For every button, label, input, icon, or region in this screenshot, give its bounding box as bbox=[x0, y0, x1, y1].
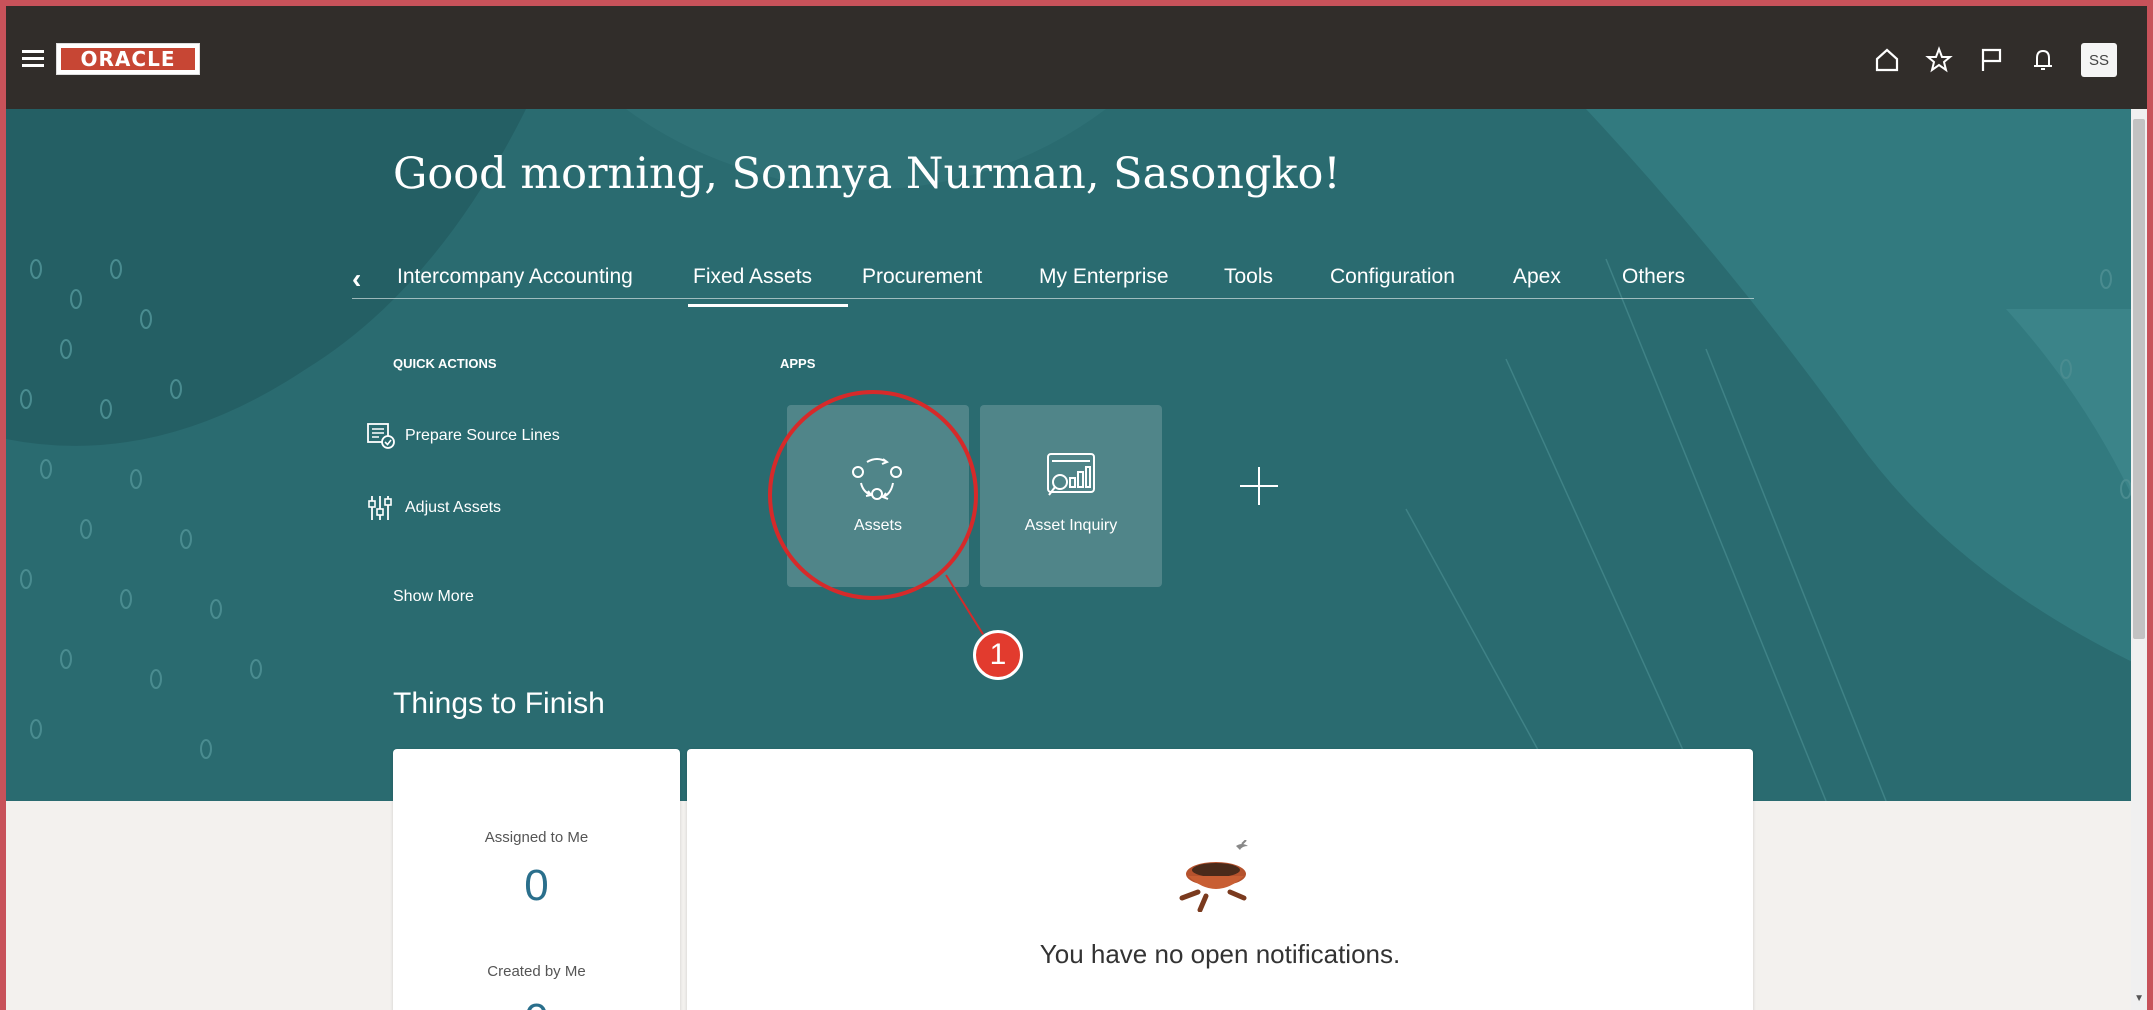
greeting-heading: Good morning, Sonnya Nurman, Sasongko! bbox=[393, 149, 1341, 199]
tutorial-highlight-circle bbox=[768, 390, 978, 600]
empty-nest-icon bbox=[1179, 840, 1248, 912]
apps-heading: APPS bbox=[780, 356, 816, 371]
scroll-down-arrow-icon[interactable]: ▼ bbox=[2134, 993, 2144, 1004]
global-icons: SS bbox=[1853, 42, 2117, 78]
quick-action-label: Adjust Assets bbox=[405, 499, 502, 516]
page-scrollbar[interactable]: ▼ bbox=[2131, 109, 2147, 1010]
tab-apex[interactable]: Apex bbox=[1513, 265, 1561, 289]
tab-intercompany-accounting[interactable]: Intercompany Accounting bbox=[397, 265, 633, 289]
add-app-plus-icon[interactable] bbox=[1238, 465, 1280, 507]
tab-fixed-assets[interactable]: Fixed Assets bbox=[687, 265, 849, 307]
springboard-tabs: ‹ Intercompany Accounting Fixed Assets P… bbox=[352, 259, 1754, 307]
springboard-hero: Good morning, Sonnya Nurman, Sasongko! ‹… bbox=[6, 109, 2147, 801]
home-icon[interactable] bbox=[1869, 42, 1905, 78]
quick-action-prepare-source-lines[interactable]: Prepare Source Lines bbox=[367, 423, 560, 449]
tab-tools[interactable]: Tools bbox=[1224, 265, 1273, 289]
assigned-to-me-label: Assigned to Me bbox=[484, 829, 589, 846]
document-check-icon bbox=[367, 423, 395, 449]
flag-icon[interactable] bbox=[1973, 42, 2009, 78]
inquiry-report-icon bbox=[1047, 453, 1095, 496]
user-avatar[interactable]: SS bbox=[2081, 43, 2117, 77]
app-tile-label: Asset Inquiry bbox=[1024, 517, 1118, 534]
app-tile-asset-inquiry[interactable]: Asset Inquiry bbox=[980, 405, 1162, 587]
tab-procurement[interactable]: Procurement bbox=[862, 265, 982, 289]
sliders-icon bbox=[368, 496, 392, 520]
quick-action-adjust-assets[interactable]: Adjust Assets bbox=[368, 496, 502, 520]
scrollbar-thumb[interactable] bbox=[2133, 119, 2145, 639]
oracle-logo[interactable]: ORACLE bbox=[56, 43, 200, 75]
quick-actions-heading: QUICK ACTIONS bbox=[393, 356, 497, 371]
show-more-link[interactable]: Show More bbox=[393, 588, 474, 606]
tab-configuration[interactable]: Configuration bbox=[1330, 265, 1455, 289]
notifications-bell-icon[interactable] bbox=[2025, 42, 2061, 78]
created-by-me-count[interactable]: 0 bbox=[393, 995, 680, 1010]
tabs-scroll-left-icon[interactable]: ‹ bbox=[352, 263, 361, 295]
task-counts-card: Assigned to Me 0 Created by Me 0 bbox=[393, 749, 680, 1010]
notifications-card: You have no open notifications. bbox=[687, 749, 1753, 1010]
app-window: ORACLE SS Good morning, Sonnya Nurman, S… bbox=[6, 6, 2147, 1010]
things-to-finish-heading: Things to Finish bbox=[393, 687, 605, 720]
top-navbar: ORACLE SS bbox=[6, 6, 2147, 109]
logo-text: ORACLE bbox=[61, 48, 195, 70]
assigned-to-me-count[interactable]: 0 bbox=[393, 861, 680, 911]
quick-action-label: Prepare Source Lines bbox=[405, 427, 560, 444]
favorites-star-icon[interactable] bbox=[1921, 42, 1957, 78]
created-by-me-label: Created by Me bbox=[487, 963, 586, 980]
no-notifications-message: You have no open notifications. bbox=[1039, 939, 1401, 969]
tab-my-enterprise[interactable]: My Enterprise bbox=[1039, 265, 1169, 289]
tab-others[interactable]: Others bbox=[1622, 265, 1685, 289]
tutorial-step-badge: 1 bbox=[973, 630, 1023, 680]
menu-icon[interactable] bbox=[22, 50, 44, 68]
